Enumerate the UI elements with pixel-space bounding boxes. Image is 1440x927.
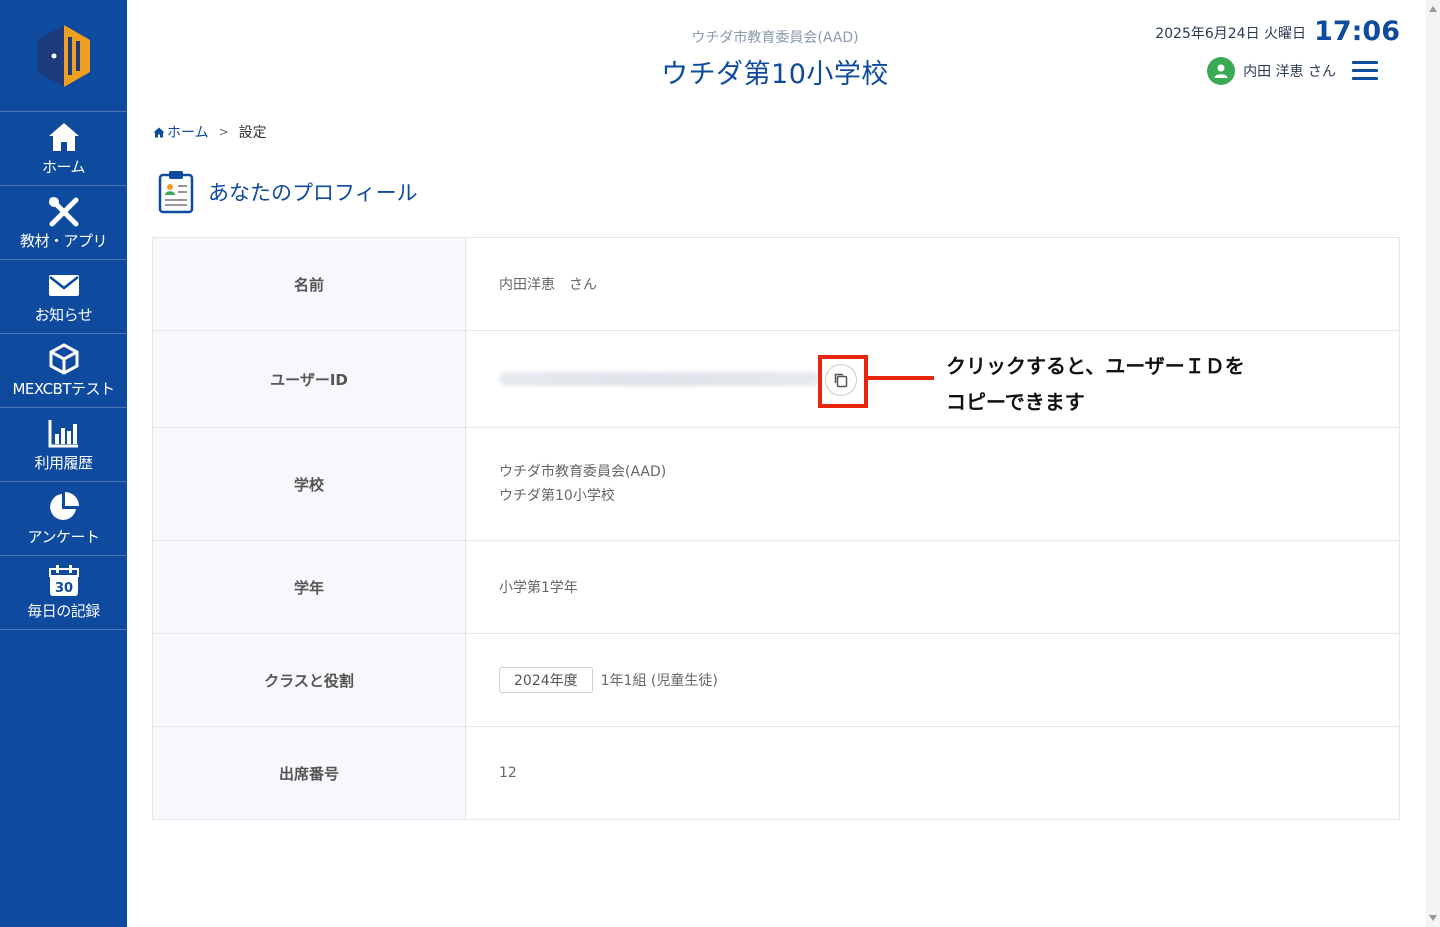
user-id-blurred (499, 372, 819, 386)
row-label: 学年 (152, 540, 466, 634)
sidebar-item-label: 毎日の記録 (27, 602, 100, 620)
sidebar-item-label: MEXCBTテスト (12, 380, 115, 398)
breadcrumb-home-link[interactable]: ホーム (167, 122, 209, 142)
breadcrumb: ホーム > 設定 (153, 122, 267, 142)
grade-value: 小学第1学年 (465, 540, 1400, 634)
sidebar-item-mexcbt[interactable]: MEXCBTテスト (0, 334, 127, 408)
name-value: 内田洋恵 さん (465, 237, 1400, 331)
breadcrumb-current: 設定 (238, 125, 267, 141)
page-title-row: あなたのプロフィール (158, 170, 418, 214)
table-row: 学校 ウチダ市教育委員会(AAD) ウチダ第10小学校 (152, 427, 1400, 541)
sidebar-item-label: 利用履歴 (34, 454, 93, 472)
callout-line-2: コピーできます (946, 390, 1085, 414)
row-label: 出席番号 (152, 726, 466, 820)
table-row: 名前 内田洋恵 さん (152, 237, 1400, 331)
row-label: クラスと役割 (152, 633, 466, 727)
hamburger-menu-icon[interactable] (1352, 61, 1378, 81)
breadcrumb-separator: > (218, 125, 229, 139)
sidebar-item-survey[interactable]: アンケート (0, 482, 127, 556)
highlight-box (818, 355, 868, 408)
app-logo[interactable] (0, 0, 127, 112)
attendance-number-value: 12 (465, 726, 1400, 820)
pie-chart-icon (49, 492, 79, 520)
current-time: 17:06 (1314, 16, 1400, 47)
row-label: 学校 (152, 427, 466, 541)
sidebar-item-home[interactable]: ホーム (0, 112, 127, 186)
row-label: ユーザーID (152, 330, 466, 428)
callout-line (868, 376, 934, 380)
scroll-down-icon[interactable] (1429, 915, 1437, 921)
calendar-day: 30 (54, 581, 72, 596)
school-name: ウチダ第10小学校 (661, 59, 889, 90)
school-org: ウチダ市教育委員会(AAD) (499, 464, 667, 480)
tools-icon (48, 197, 78, 227)
home-icon (48, 123, 79, 151)
profile-table: 名前 内田洋恵 さん ユーザーID 学校 ウチダ市教育委員会(AAD) ウチダ第… (152, 237, 1400, 820)
clipboard-profile-icon (158, 171, 194, 214)
current-date: 2025年6月24日 火曜日 (1155, 26, 1307, 42)
mail-icon (48, 275, 79, 296)
datetime: 2025年6月24日 火曜日 17:06 (1155, 16, 1400, 47)
calendar-icon: 30 (48, 565, 79, 596)
callout-line-1: クリックすると、ユーザーＩＤを (946, 354, 1245, 378)
year-badge: 2024年度 (499, 667, 593, 693)
class-role-value: 2024年度 1年1組 (児童生徒) (465, 633, 1400, 727)
school-value: ウチダ市教育委員会(AAD) ウチダ第10小学校 (465, 427, 1400, 541)
cube-icon (49, 343, 78, 375)
logo-icon (37, 24, 90, 87)
scroll-up-icon[interactable] (1429, 6, 1437, 12)
user-name: 内田 洋恵 さん (1243, 64, 1336, 80)
sidebar-item-label: アンケート (27, 528, 100, 546)
sidebar-item-materials[interactable]: 教材・アプリ (0, 186, 127, 260)
vertical-scrollbar[interactable] (1426, 0, 1440, 927)
user-avatar-icon (1207, 57, 1236, 85)
bar-chart-icon (48, 420, 78, 448)
sidebar-item-daily-record[interactable]: 30 毎日の記録 (0, 556, 127, 630)
row-label: 名前 (152, 237, 466, 331)
sidebar-item-label: お知らせ (34, 306, 93, 324)
sidebar-item-label: 教材・アプリ (19, 232, 108, 250)
callout-text: クリックすると、ユーザーＩＤを コピーできます (946, 348, 1245, 420)
page-title: あなたのプロフィール (208, 181, 418, 205)
sidebar: ホーム 教材・アプリ お知らせ MEXCBTテスト 利用履歴 アンケート 30 … (0, 0, 127, 927)
user-info[interactable]: 内田 洋恵 さん (1207, 57, 1336, 85)
class-role-text: 1年1組 (児童生徒) (600, 673, 718, 689)
sidebar-item-label: ホーム (41, 158, 86, 176)
table-row: 学年 小学第1学年 (152, 540, 1400, 634)
org-name: ウチダ市教育委員会(AAD) (691, 30, 859, 46)
school-name-value: ウチダ第10小学校 (499, 488, 615, 504)
home-small-icon (153, 127, 165, 137)
table-row: クラスと役割 2024年度 1年1組 (児童生徒) (152, 633, 1400, 727)
sidebar-item-notices[interactable]: お知らせ (0, 260, 127, 334)
sidebar-item-history[interactable]: 利用履歴 (0, 408, 127, 482)
table-row: 出席番号 12 (152, 726, 1400, 820)
